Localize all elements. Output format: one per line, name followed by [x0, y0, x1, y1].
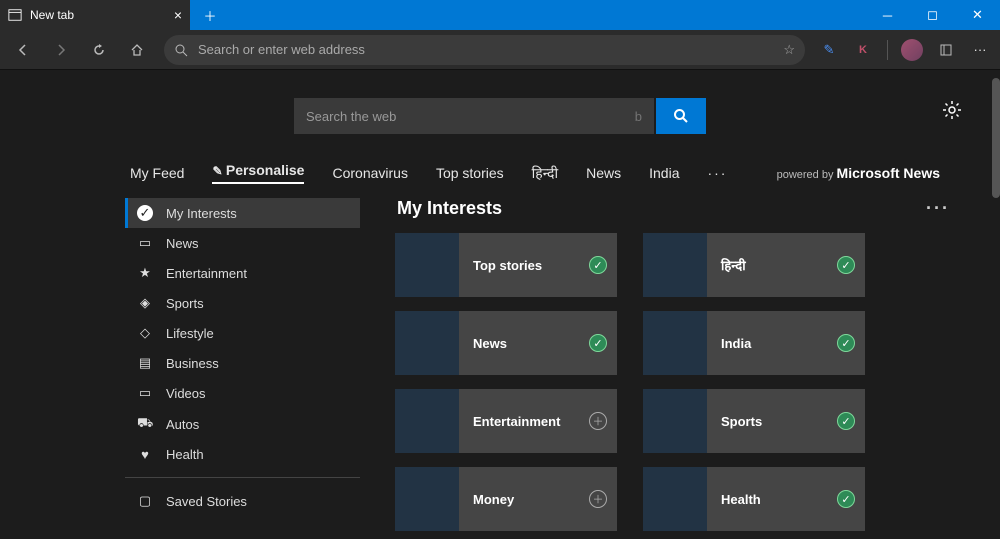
card-thumb: [395, 389, 459, 453]
sidebar-item-saved[interactable]: ▢ Saved Stories: [125, 486, 360, 516]
page-icon: [8, 8, 22, 22]
check-icon: ✓: [837, 490, 855, 508]
interest-card-news[interactable]: News✓: [395, 311, 617, 375]
interest-grid: Top stories✓ हिन्दी✓ News✓ India✓ Entertainm…: [395, 233, 970, 531]
sidebar-icon: ▭: [137, 235, 153, 251]
interest-card-entertainment[interactable]: Entertainment＋: [395, 389, 617, 453]
sidebar-item-my-interests[interactable]: ✓ My Interests: [125, 198, 360, 228]
sidebar-item-health[interactable]: ♥ Health: [125, 440, 360, 469]
feed-tab-india[interactable]: India: [649, 165, 679, 181]
interest-card-money[interactable]: Money＋: [395, 467, 617, 531]
sidebar-item-label: Lifestyle: [166, 326, 214, 341]
menu-icon[interactable]: ···: [966, 36, 994, 64]
interest-card-top-stories[interactable]: Top stories✓: [395, 233, 617, 297]
card-thumb: [643, 233, 707, 297]
interest-card-health[interactable]: Health✓: [643, 467, 865, 531]
sidebar-icon: ▭: [137, 385, 153, 401]
nav-forward-button[interactable]: [44, 33, 78, 67]
card-thumb: [395, 233, 459, 297]
card-thumb: [395, 467, 459, 531]
bing-icon: b: [635, 109, 642, 124]
web-search-button[interactable]: [656, 98, 706, 134]
favorite-icon[interactable]: ☆: [783, 42, 795, 58]
sidebar-item-label: Autos: [166, 417, 199, 432]
sidebar-divider: [125, 477, 360, 478]
interest-card-sports[interactable]: Sports✓: [643, 389, 865, 453]
separator: [887, 40, 888, 60]
sidebar-item-label: Sports: [166, 296, 204, 311]
card-thumb: [643, 467, 707, 531]
sidebar-icon: ◇: [137, 325, 153, 341]
nav-refresh-button[interactable]: [82, 33, 116, 67]
feed-nav: My Feed Personalise Coronavirus Top stor…: [0, 152, 1000, 198]
bookmark-icon: ▢: [137, 493, 153, 509]
scrollbar[interactable]: [992, 78, 1000, 198]
browser-tab[interactable]: New tab ×: [0, 0, 190, 30]
sidebar-item-label: My Interests: [166, 206, 237, 221]
check-icon: ✓: [837, 256, 855, 274]
card-thumb: [643, 389, 707, 453]
sidebar-item-videos[interactable]: ▭ Videos: [125, 378, 360, 408]
sidebar-item-entertainment[interactable]: ★ Entertainment: [125, 258, 360, 288]
page-settings-icon[interactable]: [942, 100, 962, 120]
search-placeholder: Search the web: [306, 109, 396, 124]
window-titlebar: New tab × ＋ ─ ◻ ✕: [0, 0, 1000, 30]
browser-toolbar: Search or enter web address ☆ ✎ K ···: [0, 30, 1000, 70]
sidebar-item-label: Business: [166, 356, 219, 371]
interest-card-हिन्दी[interactable]: हिन्दी✓: [643, 233, 865, 297]
tab-title: New tab: [30, 8, 74, 22]
window-close-button[interactable]: ✕: [955, 0, 1000, 30]
check-icon: ✓: [589, 334, 607, 352]
edit-icon[interactable]: ✎: [815, 36, 843, 64]
sidebar-icon: ♥: [137, 447, 153, 462]
sidebar-item-label: Saved Stories: [166, 494, 247, 509]
address-bar[interactable]: Search or enter web address ☆: [164, 35, 805, 65]
sidebar-item-label: Videos: [166, 386, 206, 401]
check-icon: ✓: [837, 412, 855, 430]
web-search-input[interactable]: Search the web b: [294, 98, 654, 134]
sidebar-item-news[interactable]: ▭ News: [125, 228, 360, 258]
powered-by-label: powered by Microsoft News: [777, 165, 940, 181]
sidebar-item-lifestyle[interactable]: ◇ Lifestyle: [125, 318, 360, 348]
panel-title: My Interests: [397, 198, 502, 219]
check-icon: ✓: [837, 334, 855, 352]
search-icon: [174, 43, 188, 57]
window-maximize-button[interactable]: ◻: [910, 0, 955, 30]
interest-card-india[interactable]: India✓: [643, 311, 865, 375]
sidebar-icon: ◈: [137, 295, 153, 311]
card-thumb: [643, 311, 707, 375]
feed-tab-myfeed[interactable]: My Feed: [130, 165, 184, 181]
sidebar-item-autos[interactable]: ⛟ Autos: [125, 408, 360, 440]
sidebar-icon: ★: [137, 265, 153, 281]
sidebar-icon: ▤: [137, 355, 153, 371]
feed-tab-personalise[interactable]: Personalise: [212, 162, 304, 184]
nav-home-button[interactable]: [120, 33, 154, 67]
interests-sidebar: ✓ My Interests ▭ News ★ Entertainment ◈ Sports ◇…: [125, 198, 360, 531]
check-icon: ✓: [589, 256, 607, 274]
window-minimize-button[interactable]: ─: [865, 0, 910, 30]
profile-avatar[interactable]: [898, 36, 926, 64]
nav-back-button[interactable]: [6, 33, 40, 67]
card-thumb: [395, 311, 459, 375]
feed-tab-coronavirus[interactable]: Coronavirus: [332, 165, 407, 181]
sidebar-item-sports[interactable]: ◈ Sports: [125, 288, 360, 318]
sidebar-icon: ⛟: [137, 415, 153, 433]
sidebar-item-label: Health: [166, 447, 204, 462]
sidebar-item-business[interactable]: ▤ Business: [125, 348, 360, 378]
feed-tab-news[interactable]: News: [586, 165, 621, 181]
add-icon: ＋: [589, 412, 607, 430]
collections-icon[interactable]: [932, 36, 960, 64]
panel-more-icon[interactable]: ···: [926, 198, 950, 219]
feed-tab-more[interactable]: ···: [707, 165, 727, 181]
sidebar-icon: ✓: [137, 205, 153, 221]
profile-letter-badge[interactable]: K: [849, 36, 877, 64]
sidebar-item-label: News: [166, 236, 199, 251]
sidebar-item-label: Entertainment: [166, 266, 247, 281]
new-tab-button[interactable]: ＋: [190, 0, 230, 30]
tab-close-icon[interactable]: ×: [174, 7, 182, 23]
address-placeholder: Search or enter web address: [198, 42, 365, 57]
feed-tab-hindi[interactable]: हिन्दी: [532, 164, 558, 183]
add-icon: ＋: [589, 490, 607, 508]
feed-tab-topstories[interactable]: Top stories: [436, 165, 504, 181]
